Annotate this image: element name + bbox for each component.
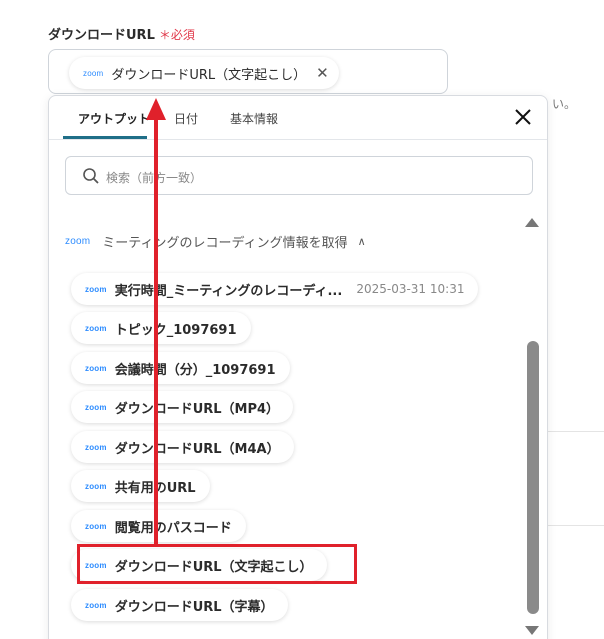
- option-item[interactable]: zoom 閲覧用のパスコード: [71, 510, 246, 542]
- option-item[interactable]: zoom ダウンロードURL（字幕）: [71, 589, 288, 621]
- annotation-highlight-box: [77, 544, 357, 584]
- option-item[interactable]: zoom 実行時間_ミーティングのレコーディ... 2025-03-31 10:…: [71, 273, 479, 305]
- selected-chip-label: ダウンロードURL（文字起こし）: [111, 67, 307, 83]
- zoom-logo-icon: zoom: [85, 521, 107, 531]
- scroll-down-arrow[interactable]: [525, 626, 539, 635]
- option-item[interactable]: zoom 会議時間（分）_1097691: [71, 352, 290, 384]
- annotation-arrow-head: [146, 98, 166, 120]
- option-label: トピック_1097691: [114, 322, 237, 338]
- option-item[interactable]: zoom 共有用のURL: [71, 470, 210, 502]
- tab-basic-info[interactable]: 基本情報: [230, 110, 278, 127]
- required-badge: ＊必須: [158, 28, 195, 42]
- chevron-up-icon: ∧: [357, 235, 366, 248]
- page: ダウンロードURL ＊必須 zoom ダウンロードURL（文字起こし） ✕ い。 …: [0, 0, 604, 639]
- background-divider: [548, 525, 604, 526]
- zoom-logo-icon: zoom: [85, 402, 107, 412]
- scrollbar-thumb[interactable]: [527, 341, 539, 614]
- selected-chip: zoom ダウンロードURL（文字起こし） ✕: [69, 57, 339, 89]
- tab-output[interactable]: アウトプット: [78, 110, 150, 127]
- option-label: ダウンロードURL（MP4）: [114, 401, 280, 417]
- group-header[interactable]: zoom ミーティングのレコーディング情報を取得 ∧: [65, 232, 366, 251]
- option-label: ダウンロードURL（M4A）: [114, 441, 280, 457]
- zoom-logo-icon: zoom: [85, 363, 107, 373]
- option-item[interactable]: zoom ダウンロードURL（M4A）: [71, 431, 294, 463]
- zoom-logo-icon: zoom: [83, 68, 104, 78]
- zoom-logo-icon: zoom: [85, 284, 107, 294]
- field-label-text: ダウンロードURL: [48, 28, 155, 43]
- annotation-arrow-shaft: [154, 118, 158, 546]
- zoom-logo-icon: zoom: [85, 323, 107, 333]
- option-label: 会議時間（分）_1097691: [114, 362, 276, 378]
- group-title: ミーティングのレコーディング情報を取得: [102, 236, 348, 251]
- field-label: ダウンロードURL ＊必須: [48, 24, 195, 43]
- option-item[interactable]: zoom ダウンロードURL（MP4）: [71, 391, 294, 423]
- zoom-logo-icon: zoom: [65, 236, 91, 247]
- zoom-logo-icon: zoom: [85, 600, 107, 610]
- selected-values-box[interactable]: zoom ダウンロードURL（文字起こし） ✕: [48, 49, 448, 94]
- tab-date[interactable]: 日付: [174, 110, 198, 127]
- option-label: 実行時間_ミーティングのレコーディ...: [114, 283, 343, 299]
- option-item[interactable]: zoom トピック_1097691: [71, 312, 251, 344]
- tab-bar: アウトプット 日付 基本情報: [49, 96, 547, 140]
- zoom-logo-icon: zoom: [85, 442, 107, 452]
- close-icon[interactable]: [513, 107, 533, 127]
- zoom-logo-icon: zoom: [85, 481, 107, 491]
- background-hint-text: い。: [552, 97, 577, 111]
- active-tab-indicator: [63, 136, 147, 139]
- option-label: 閲覧用のパスコード: [114, 520, 232, 536]
- background-divider: [548, 431, 604, 432]
- search-icon: [83, 168, 99, 184]
- option-label: ダウンロードURL（字幕）: [114, 599, 274, 615]
- scroll-up-arrow[interactable]: [525, 218, 539, 227]
- option-value: 2025-03-31 10:31: [356, 282, 465, 296]
- search-input[interactable]: 検索（前方一致）: [65, 156, 533, 195]
- remove-chip-icon[interactable]: ✕: [316, 64, 329, 82]
